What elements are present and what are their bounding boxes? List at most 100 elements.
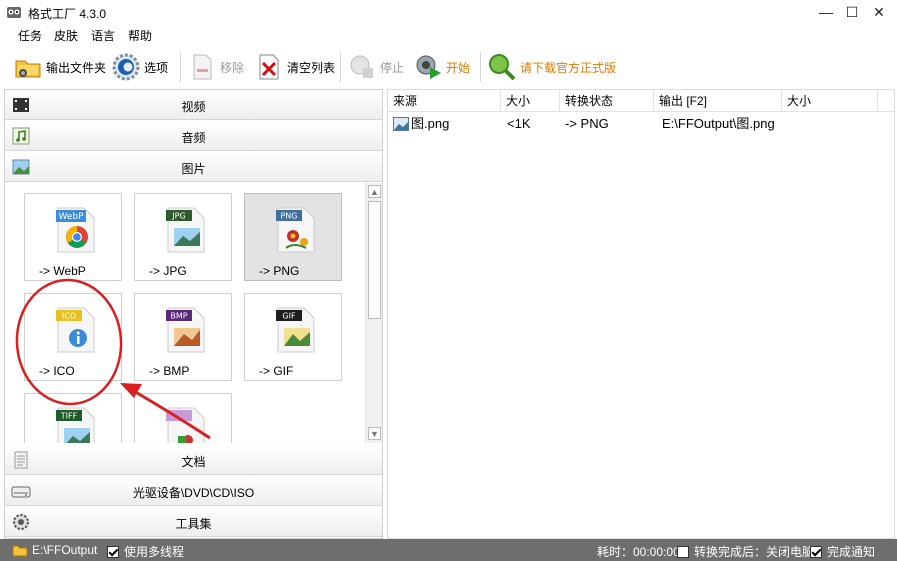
- start-button[interactable]: 开始: [414, 50, 470, 84]
- menu-task[interactable]: 任务: [18, 27, 42, 44]
- bmp-file-icon: BMP: [166, 307, 205, 353]
- row-status: -> PNG: [565, 116, 609, 131]
- folder-icon: [12, 545, 28, 556]
- stop-button[interactable]: 停止: [348, 50, 404, 84]
- webp-tile-label: -> WebP: [39, 264, 86, 278]
- tiff-file-icon: TIFF: [56, 407, 95, 443]
- output-folder-button[interactable]: 输出文件夹: [14, 50, 106, 84]
- image-file-icon: [393, 117, 409, 131]
- category-tools-label: 工具集: [175, 517, 212, 531]
- scroll-thumb[interactable]: [368, 201, 381, 319]
- category-audio[interactable]: 音频: [5, 121, 382, 151]
- elapsed-label: 耗时：00:00:00: [597, 545, 680, 559]
- jpg-file-icon: JPG: [166, 207, 205, 253]
- convert-to-png-tile[interactable]: PNG -> PNG: [244, 193, 342, 281]
- convert-to-webp-tile[interactable]: WebP -> WebP: [24, 193, 122, 281]
- svg-text:GIF: GIF: [282, 312, 296, 321]
- clear-list-icon: [259, 54, 279, 80]
- column-output[interactable]: 输出 [F2]: [654, 90, 782, 112]
- row-size: <1K: [507, 116, 531, 131]
- toolbar-separator: [340, 52, 341, 82]
- column-source[interactable]: 来源: [388, 90, 501, 112]
- remove-label: 移除: [220, 60, 245, 75]
- start-label: 开始: [446, 60, 471, 75]
- close-button[interactable]: ✕: [865, 2, 893, 22]
- toolbar: 输出文件夹 选项 移除 清空列表 停止 开始 请下载官方正式版: [0, 46, 897, 88]
- after-done-label: 转换完成后：关闭电脑: [694, 545, 815, 559]
- options-button[interactable]: 选项: [112, 50, 168, 84]
- convert-to-bmp-tile[interactable]: BMP -> BMP: [134, 293, 232, 381]
- category-document-label: 文档: [181, 455, 206, 469]
- gif-file-icon: GIF: [276, 307, 315, 353]
- scroll-down-arrow-icon[interactable]: ▼: [368, 427, 381, 440]
- category-video-label: 视频: [181, 100, 206, 114]
- category-video[interactable]: 视频: [5, 90, 382, 120]
- task-list-header: 来源 大小 转换状态 输出 [F2] 大小: [388, 90, 894, 112]
- column-status[interactable]: 转换状态: [560, 90, 654, 112]
- notify-label: 完成通知: [827, 545, 876, 559]
- image-file-icon: [166, 407, 205, 443]
- convert-to-ico-tile[interactable]: ICO -> ICO: [24, 293, 122, 381]
- column-size[interactable]: 大小: [501, 90, 560, 112]
- category-audio-label: 音频: [181, 131, 206, 145]
- column-output-size[interactable]: 大小: [782, 90, 878, 112]
- category-image[interactable]: 图片: [5, 152, 382, 182]
- magnifier-globe-icon: [489, 54, 516, 81]
- category-image-label: 图片: [181, 162, 206, 176]
- elapsed-time: 耗时：00:00:00: [597, 543, 680, 560]
- after-done-check[interactable]: [677, 545, 689, 558]
- svg-text:JPG: JPG: [171, 212, 185, 221]
- download-label: 请下载官方正式版: [520, 60, 617, 75]
- svg-text:PNG: PNG: [280, 212, 297, 221]
- category-panel: 视频 音频 图片 WebP -> WebP JPG -> JPG PNG -> …: [4, 89, 383, 539]
- jpg-tile-label: -> JPG: [149, 264, 187, 278]
- title-bar: 格式工厂 4.3.0 — ☐ ✕: [0, 0, 897, 24]
- format-grid-scrollbar[interactable]: ▲ ▼: [365, 183, 382, 443]
- menu-language[interactable]: 语言: [91, 27, 115, 44]
- webp-file-icon: WebP: [56, 207, 95, 253]
- status-bar: E:\FFOutput 使用多线程 耗时：00:00:00 转换完成后：关闭电脑…: [0, 539, 897, 561]
- convert-to-gif-tile[interactable]: GIF -> GIF: [244, 293, 342, 381]
- svg-text:BMP: BMP: [170, 312, 187, 321]
- folder-icon: [15, 60, 41, 78]
- png-tile-label: -> PNG: [259, 264, 300, 278]
- start-icon: [416, 55, 441, 79]
- maximize-button[interactable]: ☐: [838, 2, 866, 22]
- row-source: 图.png: [411, 116, 450, 131]
- minimize-button[interactable]: —: [812, 2, 840, 22]
- output-path-text: E:\FFOutput: [32, 543, 98, 557]
- clear-list-label: 清空列表: [287, 60, 336, 75]
- table-row[interactable]: 图.png <1K -> PNG E:\FFOutput\图.png: [388, 115, 894, 133]
- after-done-checkbox[interactable]: 转换完成后：关闭电脑: [677, 543, 814, 560]
- multithread-check[interactable]: [107, 545, 119, 558]
- category-tools[interactable]: 工具集: [5, 507, 382, 537]
- menu-skin[interactable]: 皮肤: [54, 27, 78, 44]
- convert-to-tiff-tile[interactable]: TIFF: [24, 393, 122, 443]
- output-path-link[interactable]: E:\FFOutput: [12, 543, 97, 557]
- menu-help[interactable]: 帮助: [128, 27, 152, 44]
- svg-text:TIFF: TIFF: [60, 412, 78, 421]
- multithread-checkbox[interactable]: 使用多线程: [107, 543, 184, 560]
- scroll-up-arrow-icon[interactable]: ▲: [368, 185, 381, 198]
- format-factory-window: 格式工厂 4.3.0 — ☐ ✕ 任务 皮肤 语言 帮助 输出文件夹 选项 移除…: [0, 0, 897, 561]
- convert-to-jpg-tile[interactable]: JPG -> JPG: [134, 193, 232, 281]
- menu-bar: 任务 皮肤 语言 帮助: [0, 24, 897, 44]
- ico-file-icon: ICO: [56, 307, 95, 353]
- convert-to-other-tile[interactable]: [134, 393, 232, 443]
- toolbar-separator: [180, 52, 181, 82]
- category-optical-label: 光驱设备\DVD\CD\ISO: [132, 486, 255, 500]
- clear-list-button[interactable]: 清空列表: [255, 50, 335, 84]
- notify-checkbox[interactable]: 完成通知: [810, 543, 875, 560]
- task-list[interactable]: 来源 大小 转换状态 输出 [F2] 大小 图.png <1K -> PNG E…: [387, 89, 895, 539]
- remove-button[interactable]: 移除: [188, 50, 244, 84]
- svg-text:WebP: WebP: [58, 212, 84, 222]
- window-title: 格式工厂 4.3.0: [28, 7, 107, 21]
- category-optical-drive[interactable]: 光驱设备\DVD\CD\ISO: [5, 476, 382, 506]
- output-folder-label: 输出文件夹: [46, 60, 107, 75]
- app-logo-icon: [7, 7, 21, 18]
- notify-check[interactable]: [810, 545, 822, 558]
- gif-tile-label: -> GIF: [259, 364, 294, 378]
- category-document[interactable]: 文档: [5, 445, 382, 475]
- row-output: E:\FFOutput\图.png: [662, 116, 775, 131]
- download-official-link[interactable]: 请下载官方正式版: [488, 50, 616, 84]
